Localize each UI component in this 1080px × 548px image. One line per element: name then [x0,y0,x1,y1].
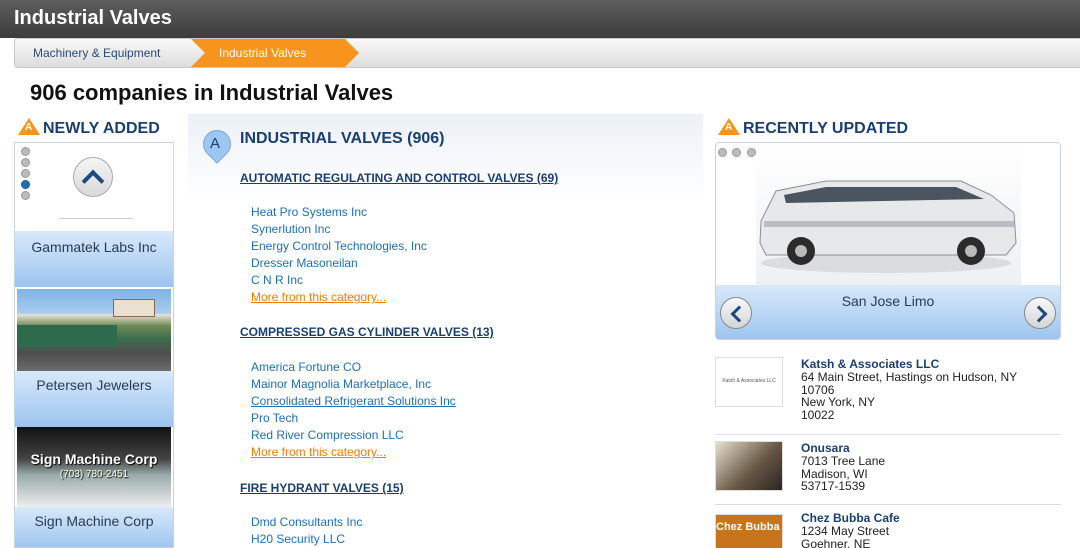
page-header-title: Industrial Valves [14,7,172,29]
listing-address: 1234 May Street Goehner, NE [801,524,890,548]
company-link[interactable]: Consolidated Refrigerant Solutions Inc [251,394,456,408]
category-link[interactable]: COMPRESSED GAS CYLINDER VALVES (13) [240,325,494,339]
image-text: Sign Machine Corp [30,451,158,467]
company-link[interactable]: Heat Pro Systems Inc [251,205,367,219]
carousel-dot[interactable] [732,148,742,157]
company-name: Gammatek Labs Inc [31,239,157,255]
carousel-dot[interactable] [21,147,30,156]
listing-name[interactable]: Onusara [801,441,850,455]
listing-name[interactable]: Katsh & Associates LLC [801,357,939,371]
company-link[interactable]: Mainor Magnolia Marketplace, Inc [251,377,431,391]
company-link[interactable]: Synerlution Inc [251,222,330,236]
divider [59,218,133,219]
newly-added-label: NEWLY ADDED [43,120,160,137]
logo-text: Katsh & Associates LLC [722,378,776,384]
image-phone: (703) 780-2451 [59,469,129,480]
company-link[interactable]: C N R Inc [251,273,303,287]
newly-added-card[interactable]: Gammatek Labs Inc [15,231,173,287]
logo-text: Chez Bubba Cafe [716,521,782,533]
divider [715,504,1061,505]
carousel-dot[interactable] [21,158,30,167]
scroll-up-button[interactable] [73,157,113,197]
listing-name[interactable]: Chez Bubba Cafe [801,511,900,525]
company-logo[interactable]: Katsh & Associates LLC [715,357,783,407]
sign-machine-image[interactable]: Sign Machine Corp (703) 780-2451 [17,427,171,507]
company-link[interactable]: Energy Control Technologies, Inc [251,239,427,253]
storefront-image[interactable] [17,289,171,371]
category-link[interactable]: AUTOMATIC REGULATING AND CONTROL VALVES … [240,171,558,185]
top-header: Industrial Valves [0,0,1080,38]
breadcrumb-industrial-valves[interactable]: Industrial Valves [191,39,359,67]
chevron-up-icon [81,169,105,193]
next-button[interactable] [1024,297,1056,329]
carousel-dot[interactable] [718,148,727,157]
featured-bar: San Jose Limo [716,285,1060,339]
listing-item[interactable]: Chez Bubba Cafe Chez Bubba Cafe 1234 May… [715,511,1061,548]
company-link[interactable]: H20 Security LLC [251,532,345,546]
page-title: 906 companies in Industrial Valves [30,80,394,105]
more-link[interactable]: More from this category... [251,290,386,304]
company-photo[interactable] [715,441,783,491]
recently-updated-title: RECENTLY UPDATED [718,118,908,138]
company-link[interactable]: Dresser Masoneilan [251,256,358,270]
carousel-dot-active[interactable] [21,180,30,189]
limo-image[interactable] [756,143,1021,286]
newly-added-card[interactable]: Sign Machine Corp [15,507,173,547]
more-link[interactable]: More from this category... [251,445,386,459]
breadcrumb: Machinery & Equipment Industrial Valves [14,38,1080,68]
warning-icon [18,118,40,135]
newly-added-carousel: Gammatek Labs Inc Petersen Jewelers Sign… [14,142,174,548]
breadcrumb-machinery[interactable]: Machinery & Equipment [15,39,189,67]
listing-item[interactable]: Onusara 7013 Tree Lane Madison, WI 53717… [715,441,1061,501]
company-link[interactable]: Dmd Consultants Inc [251,515,362,529]
carousel-dot[interactable] [21,169,30,178]
company-logo[interactable]: Chez Bubba Cafe [715,514,783,548]
carousel-dot[interactable] [746,148,756,157]
recently-updated-carousel: San Jose Limo [715,142,1061,340]
chevron-left-icon [730,305,748,323]
listing-item[interactable]: Katsh & Associates LLC Katsh & Associate… [715,357,1061,427]
listing-address: 7013 Tree Lane Madison, WI 53717-1539 [801,454,886,493]
newly-added-card[interactable]: Petersen Jewelers [15,371,173,427]
company-link[interactable]: Red River Compression LLC [251,428,404,442]
prev-button[interactable] [720,297,752,329]
divider [715,434,1061,435]
listing-address: 64 Main Street, Hastings on Hudson, NY 1… [801,370,1018,422]
directory-title: INDUSTRIAL VALVES (906) [240,130,445,147]
company-link[interactable]: Pro Tech [251,411,298,425]
carousel-dot[interactable] [21,191,30,200]
recently-updated-label: RECENTLY UPDATED [743,120,909,137]
chevron-right-icon [1030,305,1048,323]
company-name: Sign Machine Corp [34,513,154,529]
category-link[interactable]: FIRE HYDRANT VALVES (15) [240,481,404,495]
carousel-dots [21,147,30,202]
directory-panel: A INDUSTRIAL VALVES (906) AUTOMATIC REGU… [188,114,703,548]
company-link[interactable]: America Fortune CO [251,360,361,374]
warning-icon [718,118,740,135]
featured-company-name[interactable]: San Jose Limo [716,293,1060,309]
company-name: Petersen Jewelers [36,377,152,393]
newly-added-title: NEWLY ADDED [18,118,160,138]
pin-letter: A [210,135,221,152]
